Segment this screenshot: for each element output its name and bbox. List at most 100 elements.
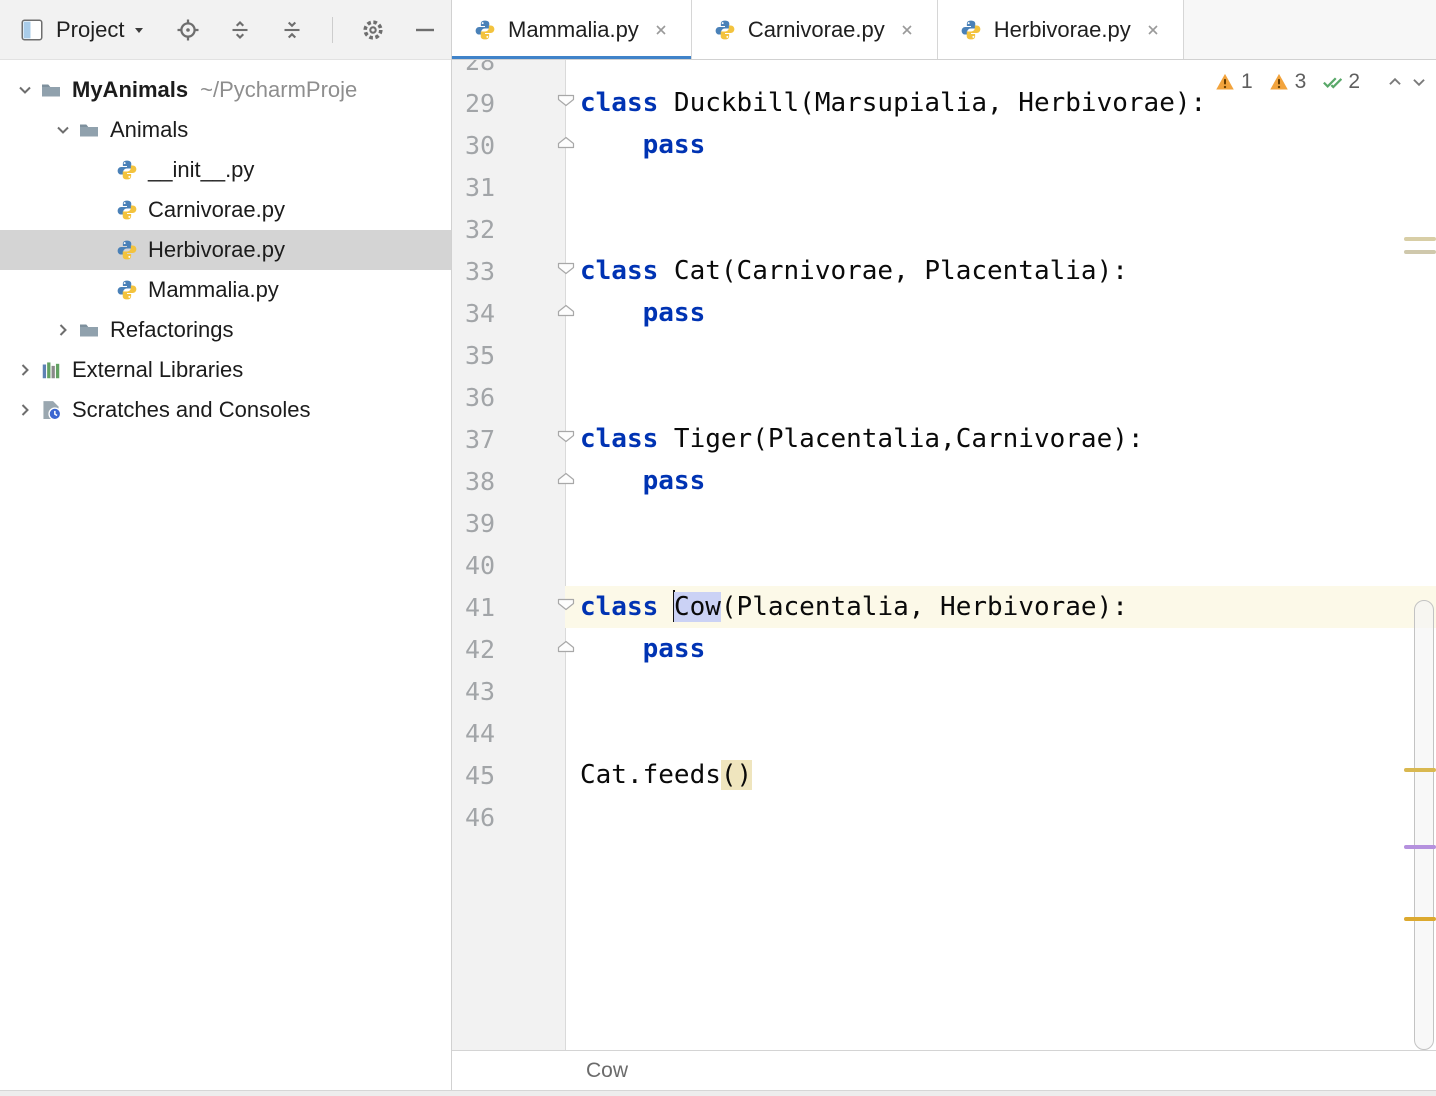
code-line[interactable]: 42 pass <box>452 628 1436 670</box>
expand-all-button[interactable] <box>228 18 252 42</box>
analysis-stripe-marker[interactable] <box>1404 237 1436 241</box>
close-tab-icon[interactable] <box>653 22 669 38</box>
line-number[interactable]: 44 <box>452 719 495 748</box>
scrollbar-thumb[interactable] <box>1414 600 1434 1050</box>
line-number[interactable]: 40 <box>452 551 495 580</box>
code-line[interactable]: 39 <box>452 502 1436 544</box>
code-line[interactable]: 43 <box>452 670 1436 712</box>
line-number[interactable]: 35 <box>452 341 495 370</box>
code-text[interactable]: pass <box>565 292 1436 334</box>
code-text[interactable]: class Cat(Carnivorae, Placentalia): <box>565 250 1436 292</box>
code-token: Cow <box>674 592 721 622</box>
line-number[interactable]: 33 <box>452 257 495 286</box>
chevron-right-icon[interactable] <box>10 399 40 421</box>
code-line[interactable]: 46 <box>452 796 1436 838</box>
fold-start-icon[interactable] <box>556 262 576 281</box>
code-text[interactable]: pass <box>565 628 1436 670</box>
analysis-stripe-marker[interactable] <box>1404 250 1436 254</box>
analysis-stripe-marker[interactable] <box>1404 845 1436 849</box>
code-text[interactable]: Cat.feeds() <box>565 754 1436 796</box>
line-number[interactable]: 42 <box>452 635 495 664</box>
line-number[interactable]: 38 <box>452 467 495 496</box>
code-line[interactable]: 45 Cat.feeds() <box>452 754 1436 796</box>
tab-mammalia-py[interactable]: Mammalia.py <box>452 0 692 59</box>
code-text[interactable] <box>565 208 1436 250</box>
fold-end-icon[interactable] <box>556 136 576 155</box>
fold-end-icon[interactable] <box>556 640 576 659</box>
code-line[interactable]: 41 class Cow(Placentalia, Herbivorae): <box>452 586 1436 628</box>
fold-end-icon[interactable] <box>556 472 576 491</box>
tree-item-carnivorae-py[interactable]: Carnivorae.py <box>0 190 451 230</box>
code-text[interactable] <box>565 712 1436 754</box>
close-tab-icon[interactable] <box>1145 22 1161 38</box>
code-text[interactable]: class Cow(Placentalia, Herbivorae): <box>565 586 1436 628</box>
code-line[interactable]: 32 <box>452 208 1436 250</box>
code-line[interactable]: 36 <box>452 376 1436 418</box>
line-number[interactable]: 29 <box>452 89 495 118</box>
fold-start-icon[interactable] <box>556 430 576 449</box>
settings-gear-icon[interactable] <box>361 18 385 42</box>
code-text[interactable] <box>565 334 1436 376</box>
fold-end-icon[interactable] <box>556 304 576 323</box>
code-text[interactable]: pass <box>565 124 1436 166</box>
collapse-all-button[interactable] <box>280 18 304 42</box>
code-line[interactable]: 40 <box>452 544 1436 586</box>
code-line[interactable]: 37 class Tiger(Placentalia,Carnivorae): <box>452 418 1436 460</box>
gutter: 45 <box>452 754 565 796</box>
line-number[interactable]: 37 <box>452 425 495 454</box>
line-number[interactable]: 28 <box>452 60 495 76</box>
tree-item-external-libraries[interactable]: External Libraries <box>0 350 451 390</box>
tree-item-mammalia-py[interactable]: Mammalia.py <box>0 270 451 310</box>
line-number[interactable]: 46 <box>452 803 495 832</box>
tree-item-myanimals[interactable]: MyAnimals~/PycharmProje <box>0 70 451 110</box>
line-number[interactable]: 45 <box>452 761 495 790</box>
chevron-right-icon[interactable] <box>48 319 78 341</box>
tree-item-init-py[interactable]: __init__.py <box>0 150 451 190</box>
analysis-stripe-marker[interactable] <box>1404 768 1436 772</box>
analysis-stripe-marker[interactable] <box>1404 917 1436 921</box>
tab-carnivorae-py[interactable]: Carnivorae.py <box>692 0 938 59</box>
close-tab-icon[interactable] <box>899 22 915 38</box>
code-text[interactable] <box>565 544 1436 586</box>
code-line[interactable]: 30 pass <box>452 124 1436 166</box>
code-text[interactable] <box>565 166 1436 208</box>
code-text[interactable] <box>565 796 1436 838</box>
editor[interactable]: 2829class Duckbill(Marsupialia, Herbivor… <box>452 60 1436 1050</box>
tree-item-herbivorae-py[interactable]: Herbivorae.py <box>0 230 451 270</box>
code-line[interactable]: 33 class Cat(Carnivorae, Placentalia): <box>452 250 1436 292</box>
fold-start-icon[interactable] <box>556 94 576 113</box>
breadcrumb-item[interactable]: Cow <box>586 1059 628 1083</box>
inspections-widget[interactable]: 1 3 2 <box>1215 70 1428 94</box>
fold-start-icon[interactable] <box>556 598 576 617</box>
hide-panel-button[interactable] <box>413 18 437 42</box>
code-line[interactable]: 38 pass <box>452 460 1436 502</box>
code-text[interactable] <box>565 502 1436 544</box>
tab-herbivorae-py[interactable]: Herbivorae.py <box>938 0 1184 59</box>
chevron-down-icon[interactable] <box>10 79 40 101</box>
code-text[interactable]: pass <box>565 460 1436 502</box>
code-line[interactable]: 34 pass <box>452 292 1436 334</box>
line-number[interactable]: 32 <box>452 215 495 244</box>
line-number[interactable]: 41 <box>452 593 495 622</box>
tree-item-animals[interactable]: Animals <box>0 110 451 150</box>
code-line[interactable]: 31 <box>452 166 1436 208</box>
code-text[interactable]: class Tiger(Placentalia,Carnivorae): <box>565 418 1436 460</box>
chevron-right-icon[interactable] <box>10 359 40 381</box>
line-number[interactable]: 36 <box>452 383 495 412</box>
code-text[interactable] <box>565 376 1436 418</box>
line-number[interactable]: 43 <box>452 677 495 706</box>
chevron-down-icon[interactable] <box>48 119 78 141</box>
project-view-selector[interactable]: Project <box>20 17 146 43</box>
line-number[interactable]: 30 <box>452 131 495 160</box>
code-line[interactable]: 35 <box>452 334 1436 376</box>
tree-item-scratches-and-consoles[interactable]: Scratches and Consoles <box>0 390 451 430</box>
tree-item-refactorings[interactable]: Refactorings <box>0 310 451 350</box>
line-number[interactable]: 31 <box>452 173 495 202</box>
next-problem-icon[interactable] <box>1410 73 1428 91</box>
code-text[interactable] <box>565 670 1436 712</box>
select-opened-file-button[interactable] <box>176 18 200 42</box>
line-number[interactable]: 39 <box>452 509 495 538</box>
line-number[interactable]: 34 <box>452 299 495 328</box>
prev-problem-icon[interactable] <box>1386 73 1404 91</box>
code-line[interactable]: 44 <box>452 712 1436 754</box>
